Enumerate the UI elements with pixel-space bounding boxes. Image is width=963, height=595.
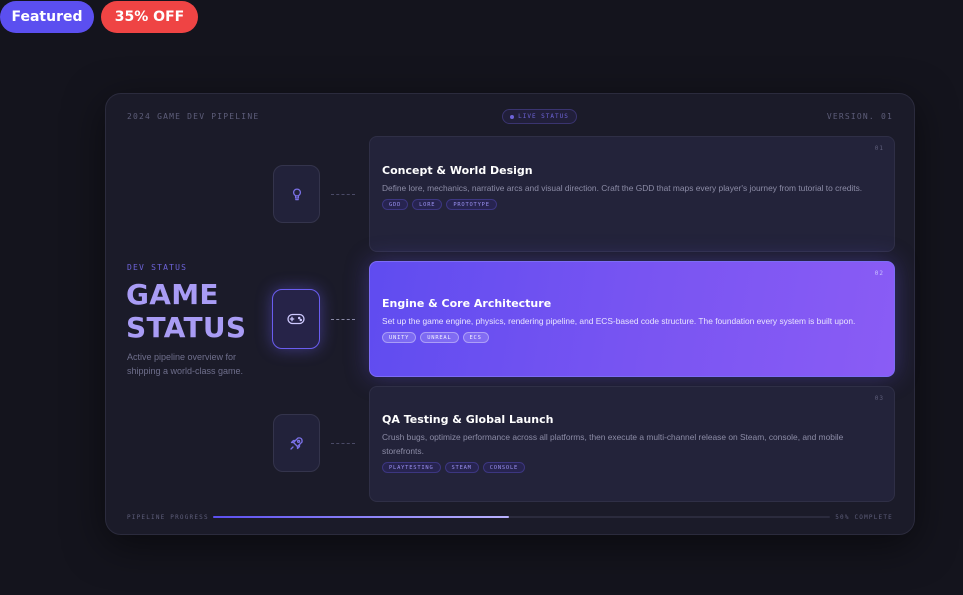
step-3-node[interactable] xyxy=(273,414,320,472)
step-3-connector xyxy=(331,443,355,444)
tag: CONSOLE xyxy=(482,462,526,473)
pipeline-header-title: 2024 GAME DEV PIPELINE xyxy=(127,112,260,121)
tag: PROTOTYPE xyxy=(446,199,497,210)
tag: GDD xyxy=(382,199,409,210)
page-title-line2: STATUS xyxy=(126,311,247,344)
progress-label: PIPELINE PROGRESS xyxy=(127,514,209,521)
step-title: Concept & World Design xyxy=(382,164,533,177)
step-description: Define lore, mechanics, narrative arcs a… xyxy=(382,183,863,193)
step-card-qa-launch[interactable]: 03 QA Testing & Global Launch Crush bugs… xyxy=(369,386,895,502)
pipeline-card: 2024 GAME DEV PIPELINE LIVE STATUS VERSI… xyxy=(105,93,915,535)
rocket-icon xyxy=(290,436,303,450)
step-description: Crush bugs, optimize performance across … xyxy=(382,432,844,456)
live-status-label: LIVE STATUS xyxy=(518,113,569,120)
step-card-engine[interactable]: 02 Engine & Core Architecture Set up the… xyxy=(369,261,895,377)
live-status-badge: LIVE STATUS xyxy=(502,109,577,124)
step-1-connector xyxy=(331,194,355,195)
version-label: VERSION. 01 xyxy=(826,112,893,121)
tag: PLAYTESTING xyxy=(382,462,441,473)
progress-bar xyxy=(213,516,830,518)
step-card-concept[interactable]: 01 Concept & World Design Define lore, m… xyxy=(369,136,895,252)
step-2-node[interactable] xyxy=(272,289,320,349)
discount-badge: 35% OFF xyxy=(101,1,198,33)
tag: STEAM xyxy=(444,462,479,473)
step-number: 03 xyxy=(874,395,884,402)
page-title: GAME STATUS xyxy=(126,278,286,344)
step-1-node[interactable] xyxy=(273,165,320,223)
step-tags: PLAYTESTING STEAM CONSOLE xyxy=(382,462,882,473)
tag: UNREAL xyxy=(420,332,459,343)
dev-status-eyebrow: DEV STATUS xyxy=(127,263,188,272)
step-description: Set up the game engine, physics, renderi… xyxy=(382,316,856,326)
step-number: 02 xyxy=(874,270,884,277)
tag: UNITY xyxy=(382,332,417,343)
tag: LORE xyxy=(412,199,443,210)
lightbulb-icon xyxy=(292,188,301,201)
live-dot-icon xyxy=(510,114,515,119)
step-tags: GDD LORE PROTOTYPE xyxy=(382,199,882,210)
tag: ECS xyxy=(462,332,489,343)
step-tags: UNITY UNREAL ECS xyxy=(382,332,882,343)
page-subtitle: Active pipeline overview for shipping a … xyxy=(127,352,244,376)
step-2-connector xyxy=(331,319,355,320)
step-title: Engine & Core Architecture xyxy=(382,297,552,310)
gamepad-icon xyxy=(287,313,305,325)
step-title: QA Testing & Global Launch xyxy=(382,413,554,426)
page-title-line1: GAME xyxy=(126,278,219,311)
featured-badge: Featured xyxy=(0,1,94,33)
progress-percent: 50% COMPLETE xyxy=(835,514,893,521)
step-number: 01 xyxy=(874,145,884,152)
progress-bar-fill xyxy=(213,516,510,518)
